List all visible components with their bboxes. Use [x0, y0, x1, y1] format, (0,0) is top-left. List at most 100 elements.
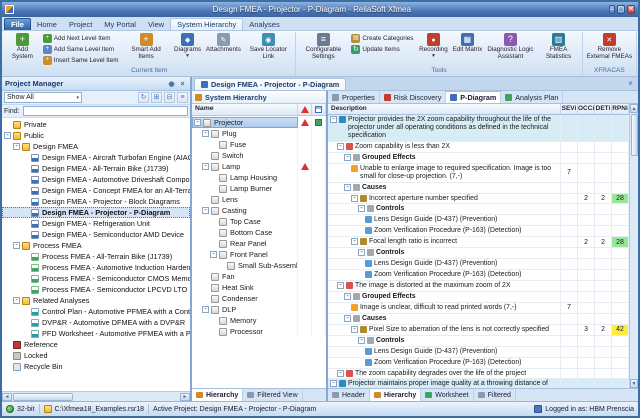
- fmea-row-failure[interactable]: -The image is distorted at the maximum z…: [328, 281, 629, 292]
- fmea-row-control[interactable]: Zoom Verification Procedure (P-163) (Det…: [328, 270, 629, 281]
- expander-icon[interactable]: -: [13, 297, 20, 304]
- collapse-all-icon[interactable]: [164, 92, 175, 103]
- expander-icon[interactable]: -: [202, 306, 209, 313]
- expander-icon[interactable]: -: [330, 380, 337, 387]
- fmea-row-group[interactable]: -Grouped Effects: [328, 292, 629, 303]
- refresh-icon[interactable]: [138, 92, 149, 103]
- insert-same-level-item-button[interactable]: Insert Same Level Item: [41, 55, 122, 66]
- project-tree-item[interactable]: -Reference: [2, 339, 190, 350]
- system-tree-item[interactable]: -Switch: [192, 150, 326, 161]
- ribbon-tab-file[interactable]: File: [4, 18, 31, 30]
- system-tree-item[interactable]: -Fuse: [192, 139, 326, 150]
- panel-options-icon[interactable]: [177, 92, 188, 103]
- analysis-tab-p-diagram[interactable]: P-Diagram: [446, 91, 501, 103]
- attachments-button[interactable]: Attachments: [205, 32, 243, 67]
- fmea-column-sevi[interactable]: SEVi: [561, 104, 578, 114]
- expander-icon[interactable]: -: [351, 195, 358, 202]
- system-tree-item[interactable]: -Condenser: [192, 293, 326, 304]
- fmea-column-description[interactable]: Description: [328, 104, 561, 114]
- fmea-column-occi[interactable]: OCCi: [578, 104, 595, 114]
- project-tree-item[interactable]: -Design FMEA - Aircraft Turbofan Engine …: [2, 152, 190, 163]
- analysis-tab-properties[interactable]: Properties: [328, 91, 380, 103]
- expander-icon[interactable]: -: [210, 251, 217, 258]
- expander-icon[interactable]: -: [351, 238, 358, 245]
- fmea-vscrollbar[interactable]: ▲ ▼: [629, 104, 638, 388]
- project-tree-item[interactable]: -Design FMEA - Refrigeration Unit: [2, 218, 190, 229]
- ribbon-tab-view[interactable]: View: [142, 19, 170, 30]
- project-tree-item[interactable]: -Design FMEA - Semiconductor AMD Device: [2, 229, 190, 240]
- smart-add-items-button[interactable]: Smart Add Items: [122, 32, 171, 67]
- expander-icon[interactable]: -: [344, 293, 351, 300]
- ribbon-tab-project[interactable]: Project: [63, 19, 98, 30]
- analysis-tab-analysis-plan[interactable]: Analysis Plan: [501, 91, 563, 103]
- expander-icon[interactable]: -: [13, 242, 20, 249]
- add-same-level-item-button[interactable]: Add Same Level Item: [41, 44, 122, 55]
- add-next-level-item-button[interactable]: Add Next Level Item: [41, 33, 122, 44]
- fmea-statistics-button[interactable]: FMEA Statistics: [536, 32, 580, 67]
- hierarchy-view-filtered-view-tab[interactable]: Filtered View: [243, 389, 302, 401]
- system-tree-item[interactable]: -Plug: [192, 128, 326, 139]
- ribbon-tab-my-portal[interactable]: My Portal: [98, 19, 142, 30]
- project-tree-item[interactable]: -Design FMEA - Concept FMEA for an All-T…: [2, 185, 190, 196]
- ribbon-tab-home[interactable]: Home: [31, 19, 63, 30]
- system-tree-item[interactable]: -Top Case: [192, 216, 326, 227]
- fmea-row-group[interactable]: -Causes: [328, 314, 629, 325]
- fmea-view-hierarchy-tab[interactable]: Hierarchy: [370, 389, 421, 401]
- project-tree-item[interactable]: -Process FMEA: [2, 240, 190, 251]
- system-tree-item[interactable]: -DLP: [192, 304, 326, 315]
- fmea-row-group[interactable]: -Controls: [328, 204, 629, 215]
- project-tree-item[interactable]: -Related Analyses: [2, 295, 190, 306]
- project-tree-item[interactable]: -Design FMEA - Projector - P-Diagram: [2, 207, 190, 218]
- fmea-row-function[interactable]: -Projector provides the 2X zoom capabili…: [328, 115, 629, 142]
- project-tree-item[interactable]: -Public: [2, 130, 190, 141]
- create-categories-button[interactable]: Create Categories: [349, 33, 416, 44]
- project-tree-item[interactable]: -PFD Worksheet - Automotive PFMEA with a…: [2, 328, 190, 339]
- system-tree-item[interactable]: -Small Sub-Assembly: [192, 260, 326, 271]
- save-locator-link-button[interactable]: Save Locator Link: [242, 32, 294, 67]
- fmea-row-control[interactable]: Lens Design Guide (D-437) (Prevention): [328, 259, 629, 270]
- remove-external-fmeas-button[interactable]: Remove External FMEAs: [584, 32, 635, 67]
- close-icon[interactable]: [627, 5, 635, 14]
- fmea-row-group[interactable]: -Causes: [328, 183, 629, 194]
- maximize-icon[interactable]: [617, 5, 626, 14]
- ribbon-tab-system-hierarchy[interactable]: System Hierarchy: [170, 18, 243, 30]
- expander-icon[interactable]: -: [202, 130, 209, 137]
- expander-icon[interactable]: -: [194, 119, 201, 126]
- system-tree-item[interactable]: -Heat Sink: [192, 282, 326, 293]
- project-tree-item[interactable]: -Process FMEA - Semiconductor LPCVD LTO: [2, 284, 190, 295]
- fmea-row-function[interactable]: -Projector maintains proper image qualit…: [328, 379, 629, 388]
- name-column-header[interactable]: Name: [192, 104, 298, 115]
- project-tree-item[interactable]: -DVP&R - Automotive DFMEA with a DVP&R: [2, 317, 190, 328]
- fmea-column-deti[interactable]: DETi: [595, 104, 612, 114]
- project-tree-item[interactable]: -Design FMEA - All-Terrain Bike (J1739): [2, 163, 190, 174]
- expander-icon[interactable]: -: [4, 132, 11, 139]
- expander-icon[interactable]: -: [330, 116, 337, 123]
- scroll-left-icon[interactable]: ◄: [2, 393, 12, 401]
- fmea-row-control[interactable]: Zoom Verification Procedure (P-163) (Det…: [328, 358, 629, 369]
- diagnostic-logic-assistant-button[interactable]: Diagnostic Logic Assistant: [484, 32, 536, 67]
- hierarchy-view-hierarchy-tab[interactable]: Hierarchy: [192, 389, 243, 401]
- project-tree-hscrollbar[interactable]: ◄ ►: [2, 391, 190, 401]
- minimize-icon[interactable]: [609, 5, 615, 14]
- expander-icon[interactable]: -: [337, 370, 344, 377]
- project-tree-item[interactable]: -Recycle Bin: [2, 361, 190, 372]
- system-tree-item[interactable]: -Casting: [192, 205, 326, 216]
- expander-icon[interactable]: -: [351, 326, 358, 333]
- fmea-row-group[interactable]: -Grouped Effects: [328, 153, 629, 164]
- expander-icon[interactable]: -: [358, 205, 365, 212]
- expander-icon[interactable]: -: [202, 207, 209, 214]
- configurable-settings-button[interactable]: Configurable Settings: [297, 32, 349, 67]
- fmea-row-cause[interactable]: -Incorrect aperture number specified2228: [328, 194, 629, 205]
- system-tree-item[interactable]: -Rear Panel: [192, 238, 326, 249]
- expander-icon[interactable]: -: [202, 163, 209, 170]
- vscroll-thumb[interactable]: [631, 114, 638, 156]
- scroll-right-icon[interactable]: ►: [180, 393, 190, 401]
- project-tree-item[interactable]: -Control Plan - Automotive PFMEA with a …: [2, 306, 190, 317]
- diagrams-button[interactable]: Diagrams▼: [171, 32, 205, 67]
- hscroll-thumb[interactable]: [13, 393, 73, 401]
- scroll-down-icon[interactable]: ▼: [630, 379, 638, 388]
- recording-button[interactable]: Recording▼: [416, 32, 450, 67]
- expander-icon[interactable]: -: [337, 143, 344, 150]
- project-tree-item[interactable]: -Design FMEA - Projector - Block Diagram…: [2, 196, 190, 207]
- analysis-tab-risk-discovery[interactable]: Risk Discovery: [380, 91, 447, 103]
